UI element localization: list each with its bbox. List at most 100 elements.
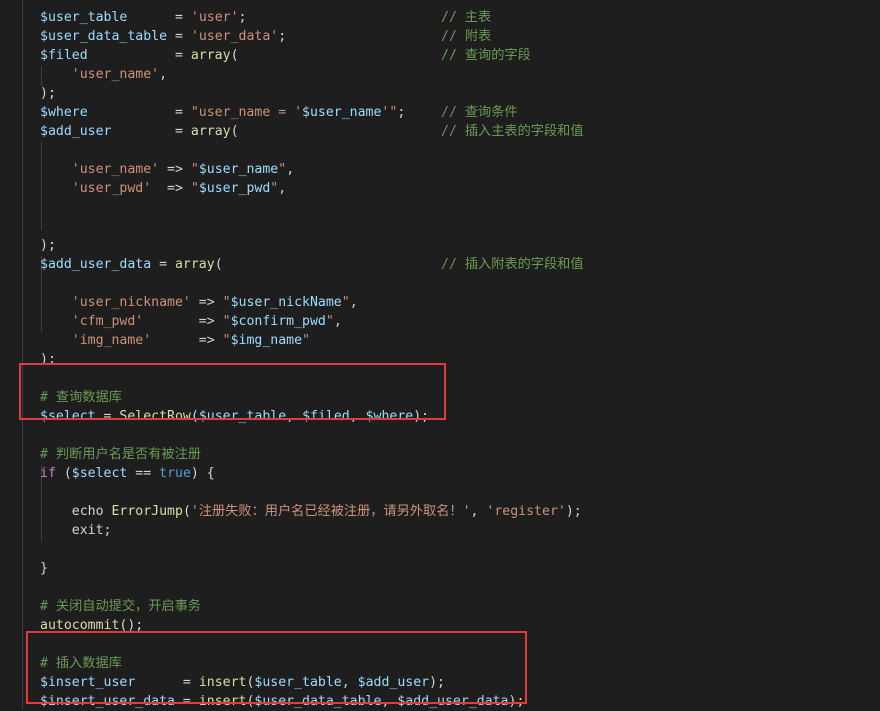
code-line[interactable]: exit;	[40, 521, 112, 540]
code-token: $add_user	[40, 124, 112, 139]
code-token: (	[55, 466, 72, 481]
code-token: ==	[127, 466, 160, 481]
code-line[interactable]: 'img_name' => "$img_name"	[40, 331, 310, 350]
code-token: '注册失败：用户名已经被注册，请另外取名！'	[190, 504, 471, 519]
code-token: 'img_name'	[71, 333, 152, 348]
code-token: ;	[397, 105, 406, 120]
code-token: "	[190, 181, 199, 196]
code-token: "	[190, 162, 199, 177]
code-comment: // 查询条件	[441, 105, 518, 120]
code-token: $filed	[40, 48, 88, 63]
code-token: 'user_data'	[190, 29, 279, 44]
code-token: 'user_nickname'	[71, 295, 191, 310]
code-line[interactable]: echo ErrorJump('注册失败：用户名已经被注册，请另外取名！', '…	[40, 502, 582, 521]
code-line[interactable]: $add_user = array( // 插入主表的字段和值	[40, 122, 584, 141]
code-token: );	[565, 504, 582, 519]
code-line[interactable]: # 判断用户名是否有被注册	[40, 445, 201, 464]
code-token: $user_table	[40, 10, 128, 25]
code-token: =>	[151, 181, 191, 196]
code-token: 'user_name'	[71, 162, 160, 177]
code-token: (	[182, 504, 191, 519]
code-token: =	[167, 29, 191, 44]
code-token: $img_name	[230, 333, 303, 348]
code-token: ,	[333, 314, 342, 329]
code-token: ,	[159, 67, 168, 82]
code-line[interactable]: $user_data_table = 'user_data'; // 附表	[40, 27, 491, 46]
code-token: array	[190, 124, 231, 139]
code-line[interactable]: }	[40, 559, 48, 578]
code-token: ,	[278, 181, 287, 196]
code-token: $select	[71, 466, 128, 481]
code-token: 'user_pwd'	[71, 181, 152, 196]
code-token: ,	[470, 504, 487, 519]
code-line[interactable]: 'user_pwd' => "$user_pwd",	[40, 179, 286, 198]
code-line[interactable]: $where = "user_name = '$user_name'"; // 查…	[40, 103, 518, 122]
code-token: =>	[143, 314, 223, 329]
code-token: "	[222, 314, 231, 329]
code-token: "	[325, 314, 334, 329]
code-token: $where	[40, 105, 88, 120]
code-token: ,	[349, 295, 358, 310]
code-token: $user_data_table	[40, 29, 168, 44]
code-token: "	[278, 162, 287, 177]
indent-guide	[22, 0, 23, 709]
code-line[interactable]: );	[40, 236, 56, 255]
code-editor[interactable]: $user_table = 'user'; // 主表 $user_data_tab…	[0, 0, 880, 709]
code-comment: // 查询的字段	[441, 48, 531, 63]
code-token: "	[222, 295, 231, 310]
code-token: =	[87, 105, 191, 120]
code-token: ) {	[190, 466, 215, 481]
code-token: echo	[40, 504, 112, 519]
code-comment: // 主表	[441, 10, 492, 25]
code-token: =	[151, 257, 175, 272]
code-token: =>	[190, 295, 223, 310]
code-token: );	[40, 86, 56, 101]
code-token: array	[190, 48, 231, 63]
code-token: =	[111, 124, 191, 139]
code-token: =>	[159, 162, 191, 177]
code-token: );	[40, 238, 56, 253]
code-token: "	[341, 295, 350, 310]
code-line[interactable]: 'user_name',	[40, 65, 167, 84]
code-token: if	[40, 466, 56, 481]
code-token: =	[87, 48, 191, 63]
code-token: $user_pwd	[198, 181, 271, 196]
code-token: =>	[151, 333, 223, 348]
code-line[interactable]: );	[40, 84, 56, 103]
code-token: (	[230, 48, 239, 63]
code-token: "user_name = '	[190, 105, 303, 120]
code-comment: // 附表	[441, 29, 492, 44]
code-token: =	[127, 10, 191, 25]
code-token: $user_nickName	[230, 295, 342, 310]
code-token: 'cfm_pwd'	[71, 314, 144, 329]
code-line[interactable]: if ($select == true) {	[40, 464, 215, 483]
code-comment: # 关闭自动提交，开启事务	[40, 599, 201, 614]
code-token: $user_name	[302, 105, 382, 120]
code-comment: // 插入主表的字段和值	[441, 124, 584, 139]
code-token: ;	[278, 29, 287, 44]
code-token: (	[230, 124, 239, 139]
code-token: true	[159, 466, 191, 481]
code-token: '"	[381, 105, 398, 120]
code-token: 'user_name'	[71, 67, 160, 82]
code-line[interactable]: $add_user_data = array( // 插入附表的字段和值	[40, 255, 584, 274]
code-line[interactable]: # 关闭自动提交，开启事务	[40, 597, 201, 616]
code-token: (	[214, 257, 223, 272]
code-line[interactable]: $user_table = 'user'; // 主表	[40, 8, 491, 27]
code-line[interactable]: 'user_name' => "$user_name",	[40, 160, 294, 179]
code-token: ;	[238, 10, 247, 25]
code-token: $add_user_data	[40, 257, 152, 272]
code-token: $user_name	[198, 162, 279, 177]
code-line[interactable]: 'cfm_pwd' => "$confirm_pwd",	[40, 312, 342, 331]
code-token: "	[302, 333, 311, 348]
code-line[interactable]: 'user_nickname' => "$user_nickName",	[40, 293, 358, 312]
code-token: array	[174, 257, 215, 272]
code-line[interactable]: $filed = array( // 查询的字段	[40, 46, 531, 65]
code-comment: // 插入附表的字段和值	[441, 257, 584, 272]
